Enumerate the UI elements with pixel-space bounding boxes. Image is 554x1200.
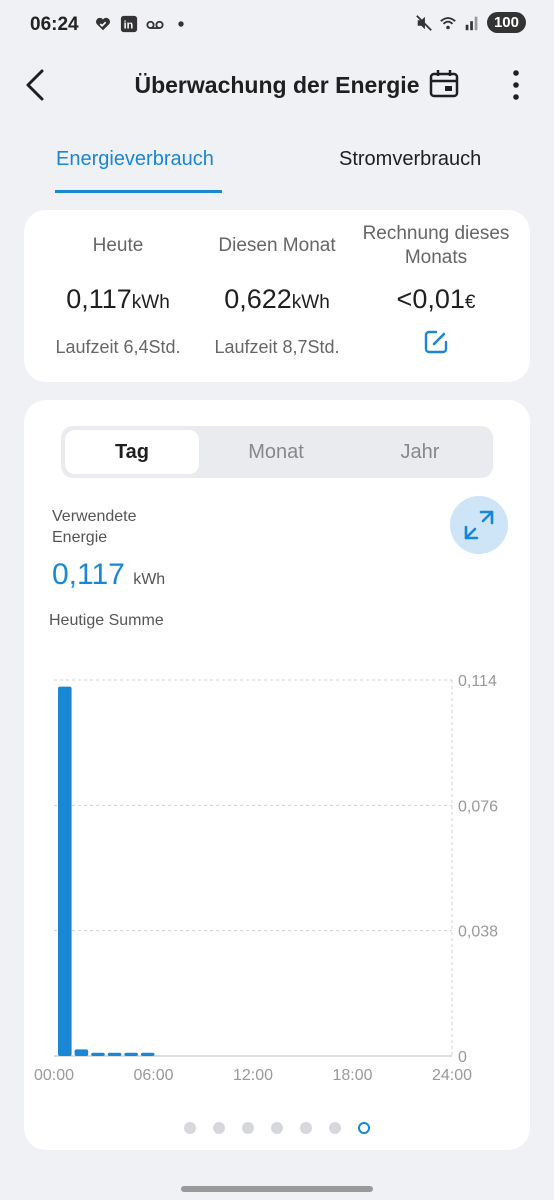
- page-dot[interactable]: [213, 1122, 225, 1134]
- x-tick-label: 24:00: [432, 1067, 472, 1080]
- page-dot[interactable]: [242, 1122, 254, 1134]
- wifi-icon: [440, 16, 456, 29]
- month-unit: kWh: [291, 292, 330, 313]
- more-vert-icon[interactable]: [506, 68, 526, 102]
- x-tick-label: 00:00: [34, 1067, 74, 1080]
- chart-bar: [107, 1052, 122, 1056]
- page-title: Überwachung der Energie: [134, 72, 420, 98]
- chart-card: Tag Monat Jahr Verwendete Energie 0,117 …: [24, 400, 530, 1150]
- period-jahr[interactable]: Jahr: [353, 430, 487, 474]
- y-tick-label: 0,038: [458, 924, 498, 941]
- status-time: 06:24: [30, 14, 79, 35]
- chart-bar: [74, 1049, 89, 1056]
- summary-today: Heute 0,117kWh Laufzeit 6,4Std.: [34, 210, 202, 358]
- period-monat[interactable]: Monat: [209, 430, 343, 474]
- status-bar: 06:24 in 100: [0, 0, 554, 52]
- summary-card: Heute 0,117kWh Laufzeit 6,4Std. Diesen M…: [24, 210, 530, 382]
- y-tick-label: 0: [458, 1049, 467, 1066]
- x-tick-label: 18:00: [332, 1067, 372, 1080]
- period-tag[interactable]: Tag: [65, 430, 199, 474]
- edit-icon[interactable]: [423, 329, 449, 355]
- tab-stromverbrauch[interactable]: Stromverbrauch: [339, 148, 481, 171]
- bill-value: <0,01: [396, 284, 465, 314]
- main-tabs: Energieverbrauch Stromverbrauch: [0, 140, 554, 196]
- energy-unit: kWh: [133, 571, 166, 588]
- tab-energieverbrauch[interactable]: Energieverbrauch: [56, 148, 214, 171]
- y-tick-label: 0,076: [458, 798, 498, 815]
- page-dot[interactable]: [271, 1122, 283, 1134]
- month-value: 0,622: [224, 284, 292, 314]
- energy-bar-chart: 0,114 0,076 0,038 0 00:00 06:00 12:00 18:00 24:0…: [34, 673, 498, 1080]
- bill-label-line2: Monats: [404, 247, 468, 268]
- page-dot[interactable]: [358, 1122, 370, 1134]
- energy-value: 0,117: [52, 558, 125, 591]
- svg-text:in: in: [124, 20, 134, 32]
- signal-icon: [465, 16, 478, 30]
- chart-bar: [140, 1052, 155, 1056]
- today-label: Heute: [92, 235, 144, 256]
- energy-label: Verwendete Energie: [52, 506, 172, 548]
- energy-label-line2: Energie: [52, 529, 108, 546]
- expand-icon: [464, 510, 494, 540]
- month-runtime: Laufzeit 8,7Std.: [214, 337, 340, 357]
- today-value: 0,117: [66, 284, 132, 314]
- y-tick-label: 0,114: [458, 673, 497, 690]
- today-unit: kWh: [131, 292, 170, 313]
- heart-icon: [95, 17, 111, 31]
- chart-bar: [91, 1052, 105, 1056]
- page-dot[interactable]: [184, 1122, 196, 1134]
- bill-label-line1: Rechnung dieses: [362, 223, 510, 244]
- period-selector: Tag Monat Jahr: [61, 426, 493, 478]
- x-tick-label: 06:00: [133, 1067, 173, 1080]
- chart-bar: [58, 686, 72, 1056]
- today-runtime: Laufzeit 6,4Std.: [55, 337, 181, 357]
- expand-button[interactable]: [450, 496, 508, 554]
- page-dot[interactable]: [329, 1122, 341, 1134]
- voicemail-icon: [146, 20, 164, 29]
- battery-badge: 100: [486, 12, 526, 33]
- month-label: Diesen Monat: [218, 235, 336, 256]
- page-indicator: [184, 1122, 370, 1134]
- mute-icon: [416, 14, 432, 31]
- bill-unit: €: [464, 292, 476, 313]
- summary-month: Diesen Monat 0,622kWh Laufzeit 8,7Std.: [193, 210, 361, 358]
- energy-label-line1: Verwendete: [52, 508, 137, 525]
- tab-underline: [55, 190, 222, 193]
- x-tick-label: 12:00: [233, 1067, 273, 1080]
- summary-bill: Rechnung dieses Monats <0,01€: [352, 210, 520, 360]
- app-header: Überwachung der Energie: [0, 60, 554, 110]
- energy-total: 0,117 kWh: [52, 558, 165, 592]
- linkedin-icon: in: [120, 15, 138, 33]
- chart-bar: [124, 1052, 138, 1056]
- dot-icon: [178, 21, 184, 27]
- home-indicator: [181, 1186, 373, 1192]
- calendar-icon[interactable]: [428, 68, 460, 100]
- page-dot[interactable]: [300, 1122, 312, 1134]
- energy-sub: Heutige Summe: [49, 612, 164, 629]
